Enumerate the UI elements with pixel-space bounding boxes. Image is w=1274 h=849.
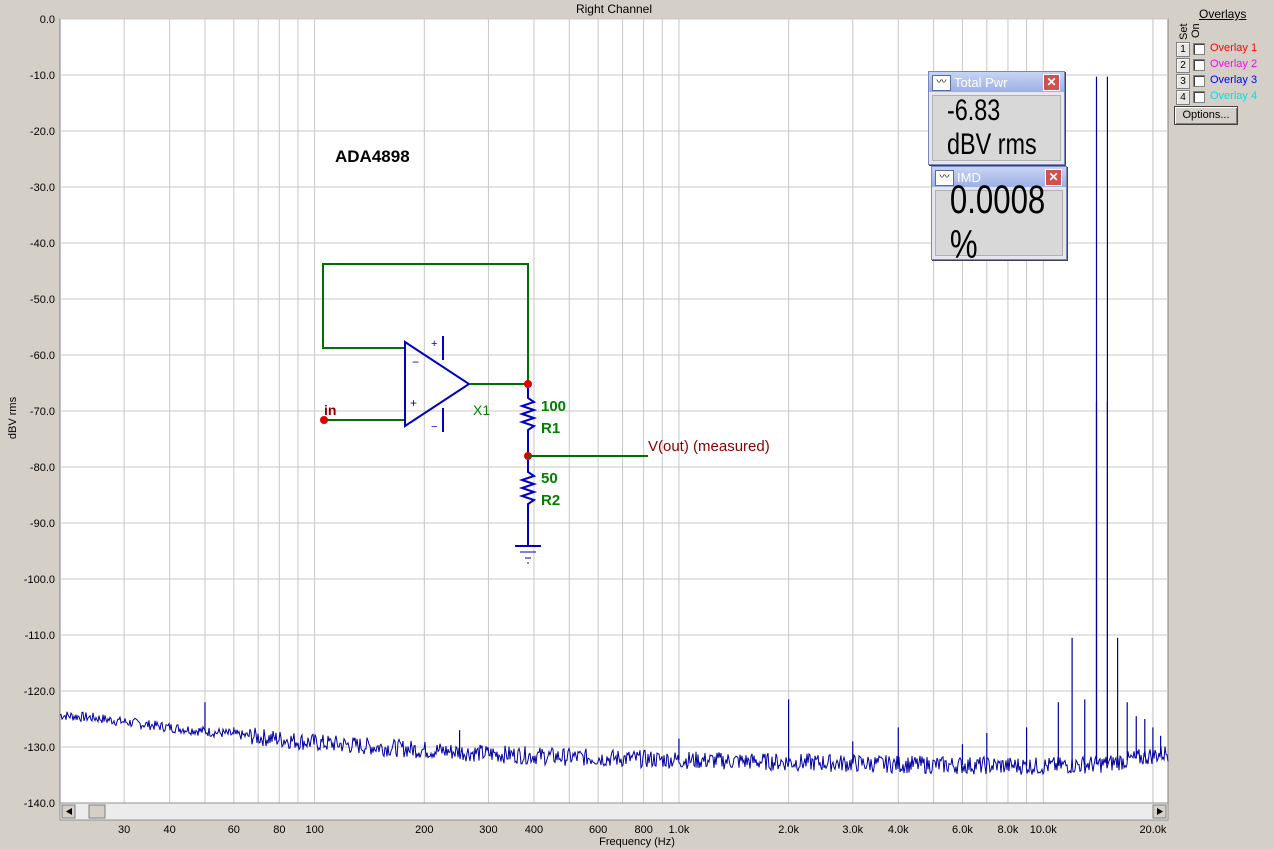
opamp-inv-label: − [412,355,419,369]
overlay-set-button-2[interactable]: 2 [1176,58,1190,73]
imd-display: 0.0008 % [935,178,1063,267]
y-tick-label: -80.0 [30,462,55,474]
overlay-label-3: Overlay 3 [1210,74,1258,86]
overlay-on-checkbox-1[interactable] [1193,43,1205,55]
y-tick-label: -60.0 [30,350,55,362]
y-tick-label: -120.0 [24,686,55,698]
x-tick-label: 20.0k [1139,824,1166,836]
x-tick-label: 100 [305,824,323,836]
overlay-on-checkbox-2[interactable] [1193,59,1205,71]
total-pwr-title: Total Pwr [954,75,1008,90]
r1-label: R1 [541,420,560,437]
r2-label: R2 [541,492,560,509]
overlay-set-button-1[interactable]: 1 [1176,42,1190,57]
x-tick-label: 3.0k [842,824,863,836]
y-tick-label: -110.0 [25,630,55,642]
imd-value: 0.0008 % [949,178,1046,267]
y-tick-label: -10.0 [30,70,55,82]
x-tick-label: 200 [415,824,433,836]
overlay-label-2: Overlay 2 [1210,58,1258,70]
y-tick-label: -40.0 [30,238,55,250]
x-tick-label: 60 [228,824,240,836]
x-tick-label: 600 [589,824,607,836]
opamp-vminus-label: − [431,421,437,433]
overlay-row-3: 3 Overlay 3 [1176,74,1272,89]
input-label: in [324,402,336,418]
chart-title: Right Channel [576,2,652,16]
x-tick-label: 400 [525,824,543,836]
output-node [524,380,532,388]
scroll-thumb[interactable] [88,804,106,819]
x-tick-label: 300 [479,824,497,836]
horizontal-scrollbar[interactable] [59,802,1169,821]
overlay-on-checkbox-3[interactable] [1193,75,1205,87]
vout-label: V(out) (measured) [648,438,770,455]
y-tick-label: -50.0 [30,294,55,306]
y-axis-title: dBV rms [7,396,19,439]
y-tick-label: -70.0 [30,406,55,418]
overlay-on-checkbox-4[interactable] [1193,91,1205,103]
y-tick-label: -90.0 [30,518,55,530]
total-pwr-meter[interactable]: 〰 Total Pwr ✕ -6.83 dBV rms [928,71,1065,165]
meter-icon: 〰 [932,75,951,91]
overlay-set-button-4[interactable]: 4 [1176,90,1190,105]
x-tick-label: 10.0k [1030,824,1057,836]
x-tick-label: 8.0k [998,824,1019,836]
overlay-label-4: Overlay 4 [1210,90,1258,102]
overlay-row-4: 4 Overlay 4 [1176,90,1272,105]
x-tick-label: 30 [118,824,130,836]
y-tick-label: -30.0 [30,182,55,194]
x-tick-label: 2.0k [778,824,799,836]
close-icon[interactable]: ✕ [1043,74,1060,91]
x1-label: X1 [473,402,490,418]
set-column-header: Set [1178,23,1190,40]
y-tick-label: -20.0 [30,126,55,138]
on-column-header: On [1190,23,1202,38]
overlay-row-2: 2 Overlay 2 [1176,58,1272,73]
overlay-set-button-3[interactable]: 3 [1176,74,1190,89]
y-tick-label: 0.0 [40,14,55,26]
y-tick-label: -100.0 [24,574,55,586]
x-tick-label: 80 [273,824,285,836]
r1-value: 100 [541,398,566,415]
opamp-noninv-label: + [410,396,417,410]
overlay-label-1: Overlay 1 [1210,42,1258,54]
y-tick-label: -130.0 [24,742,55,754]
x-tick-label: 40 [164,824,176,836]
overlay-row-1: 1 Overlay 1 [1176,42,1272,57]
r2-value: 50 [541,470,558,487]
imd-meter[interactable]: 〰 IMD ✕ 0.0008 % [931,166,1067,267]
chip-label: ADA4898 [335,147,410,166]
x-axis-title: Frequency (Hz) [599,836,675,848]
overlays-title[interactable]: Overlays [1199,7,1246,21]
x-tick-label: 800 [634,824,652,836]
total-pwr-display: -6.83 dBV rms [932,94,1061,161]
x-tick-label: 1.0k [669,824,690,836]
x-tick-label: 4.0k [888,824,909,836]
spectrum-chart: 0.0 -10.0 -20.0 -30.0 -40.0 -50.0 -60.0 -70.0 -8… [0,0,1274,849]
opamp-vplus-label: + [431,338,437,350]
total-pwr-titlebar[interactable]: 〰 Total Pwr ✕ [929,72,1064,92]
total-pwr-value: -6.83 dBV rms [946,94,1037,161]
y-tick-label: -140.0 [24,798,55,810]
x-tick-label: 6.0k [952,824,973,836]
options-button[interactable]: Options... [1174,106,1238,125]
